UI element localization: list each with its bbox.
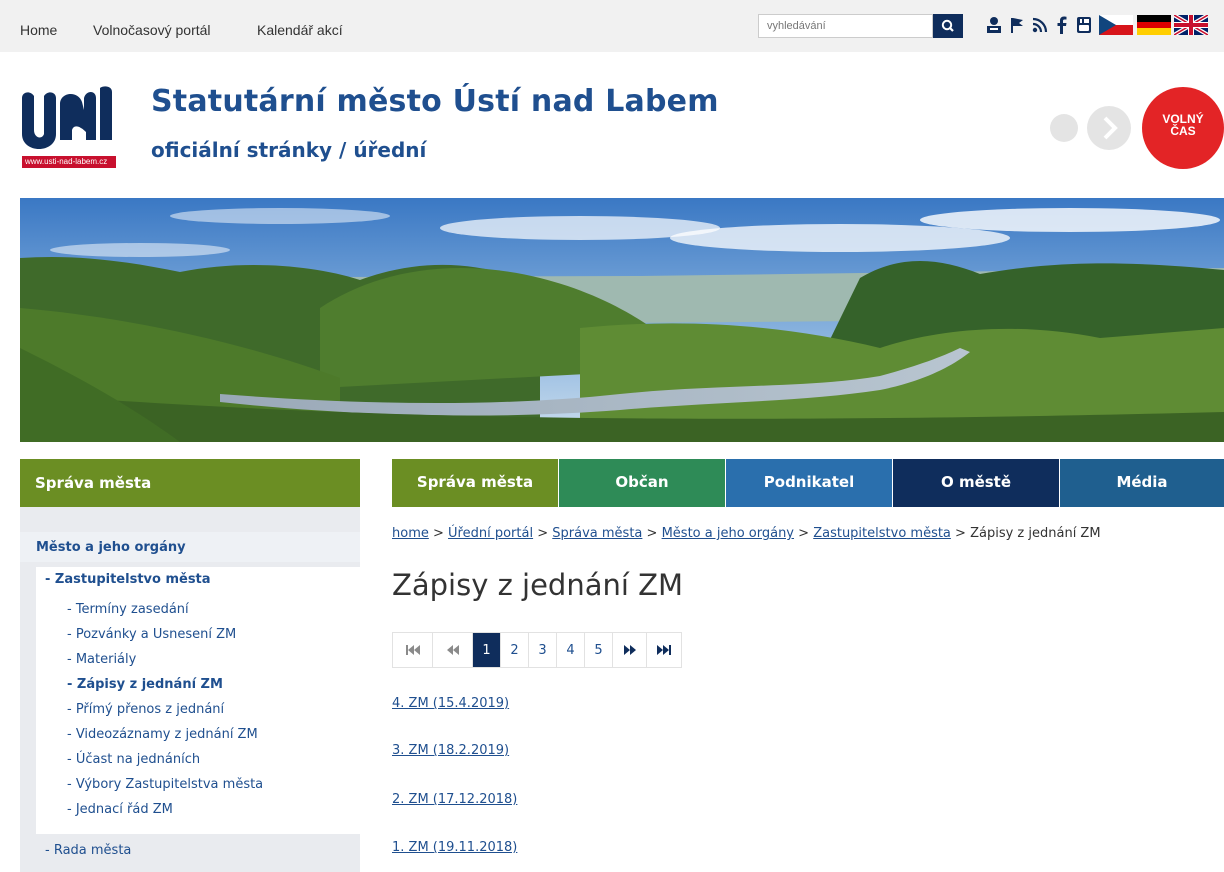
city-logo[interactable]: www.usti-nad-labem.cz xyxy=(20,86,118,170)
breadcrumb-separator: > xyxy=(537,526,549,541)
next-page-icon xyxy=(623,645,636,655)
flag-de-icon[interactable] xyxy=(1136,14,1172,36)
tab-media[interactable]: Média xyxy=(1060,459,1224,507)
breadcrumb-link-home[interactable]: home xyxy=(392,526,429,541)
facebook-icon[interactable] xyxy=(1054,14,1070,36)
page-2-button[interactable]: 2 xyxy=(501,633,529,667)
youtube-icon[interactable] xyxy=(1074,14,1094,36)
leisure-badge-link[interactable]: VOLNÝ ČAS xyxy=(1142,87,1224,169)
sidebar-item-video-records[interactable]: - Videozáznamy z jednání ZM xyxy=(67,727,258,742)
leisure-badge-line2: ČAS xyxy=(1170,124,1196,138)
sidebar-item-invitations[interactable]: - Pozvánky a Usnesení ZM xyxy=(67,627,236,642)
tab-city-administration[interactable]: Správa města xyxy=(392,459,558,507)
nav-leisure-portal-link[interactable]: Volnočasový portál xyxy=(93,22,211,38)
flag-icon[interactable] xyxy=(1008,14,1026,36)
previous-page-button[interactable] xyxy=(433,633,473,667)
tab-about-city[interactable]: O městě xyxy=(893,459,1059,507)
document-link[interactable]: 3. ZM (18.2.2019) xyxy=(392,743,509,758)
pagination: 1 2 3 4 5 xyxy=(392,632,682,668)
carousel-next-button[interactable] xyxy=(1087,106,1131,150)
site-title: Statutární město Ústí nad Labem xyxy=(151,84,719,119)
page-3-button[interactable]: 3 xyxy=(529,633,557,667)
breadcrumb-link-official-portal[interactable]: Úřední portál xyxy=(448,526,533,541)
page-title: Zápisy z jednání ZM xyxy=(392,568,684,602)
site-subtitle: oficiální stránky / úřední xyxy=(151,138,427,162)
page-4-button[interactable]: 4 xyxy=(557,633,585,667)
first-page-button[interactable] xyxy=(393,633,433,667)
previous-page-icon xyxy=(446,645,459,655)
sidebar-item-rules[interactable]: - Jednací řád ZM xyxy=(67,802,173,817)
sidebar-item-city-council[interactable]: - Zastupitelstvo města xyxy=(45,572,211,587)
user-icon[interactable] xyxy=(984,14,1004,36)
sidebar-item-city-board[interactable]: - Rada města xyxy=(45,843,131,858)
logo-caption: www.usti-nad-labem.cz xyxy=(25,157,108,166)
document-link[interactable]: 2. ZM (17.12.2018) xyxy=(392,792,517,807)
breadcrumb-link-city-council[interactable]: Zastupitelstvo města xyxy=(813,526,951,541)
search-input[interactable] xyxy=(758,14,933,38)
tab-entrepreneur[interactable]: Podnikatel xyxy=(726,459,892,507)
chevron-right-icon xyxy=(1103,116,1118,140)
sidebar-item-live-stream[interactable]: - Přímý přenos z jednání xyxy=(67,702,224,717)
breadcrumb-separator: > xyxy=(646,526,658,541)
last-page-icon xyxy=(657,645,671,655)
nav-events-calendar-link[interactable]: Kalendář akcí xyxy=(257,22,343,38)
rss-icon[interactable] xyxy=(1030,14,1050,36)
breadcrumb-link-city-administration[interactable]: Správa města xyxy=(552,526,642,541)
page-5-button[interactable]: 5 xyxy=(585,633,613,667)
sidebar-heading: Správa města xyxy=(20,459,360,507)
breadcrumb-link-city-bodies[interactable]: Město a jeho orgány xyxy=(662,526,794,541)
document-link[interactable]: 1. ZM (19.11.2018) xyxy=(392,840,517,855)
nav-home-link[interactable]: Home xyxy=(20,22,57,38)
sidebar-item-materials[interactable]: - Materiály xyxy=(67,652,136,667)
breadcrumb: home > Úřední portál > Správa města > Mě… xyxy=(392,526,1101,541)
sidebar-item-committees[interactable]: - Výbory Zastupitelstva města xyxy=(67,777,263,792)
flag-gb-icon[interactable] xyxy=(1174,14,1208,36)
search-button[interactable] xyxy=(933,14,963,38)
document-link[interactable]: 4. ZM (15.4.2019) xyxy=(392,696,509,711)
breadcrumb-separator: > xyxy=(433,526,444,541)
page-1-button[interactable]: 1 xyxy=(473,633,501,667)
flag-cz-icon[interactable] xyxy=(1098,14,1134,36)
sidebar-item-attendance[interactable]: - Účast na jednáních xyxy=(67,752,200,767)
search-icon xyxy=(941,19,954,32)
sidebar-item-meeting-dates[interactable]: - Termíny zasedání xyxy=(67,602,189,617)
breadcrumb-separator: > xyxy=(955,526,966,541)
next-page-button[interactable] xyxy=(613,633,647,667)
tab-citizen[interactable]: Občan xyxy=(559,459,725,507)
breadcrumb-current: Zápisy z jednání ZM xyxy=(970,526,1101,541)
hero-landscape-image xyxy=(20,198,1224,442)
sidebar-item-minutes[interactable]: - Zápisy z jednání ZM xyxy=(67,677,223,692)
first-page-icon xyxy=(405,645,420,655)
last-page-button[interactable] xyxy=(647,633,681,667)
breadcrumb-separator: > xyxy=(798,526,810,541)
carousel-dot[interactable] xyxy=(1050,114,1078,142)
sidebar-item-city-bodies[interactable]: Město a jeho orgány xyxy=(36,540,186,555)
